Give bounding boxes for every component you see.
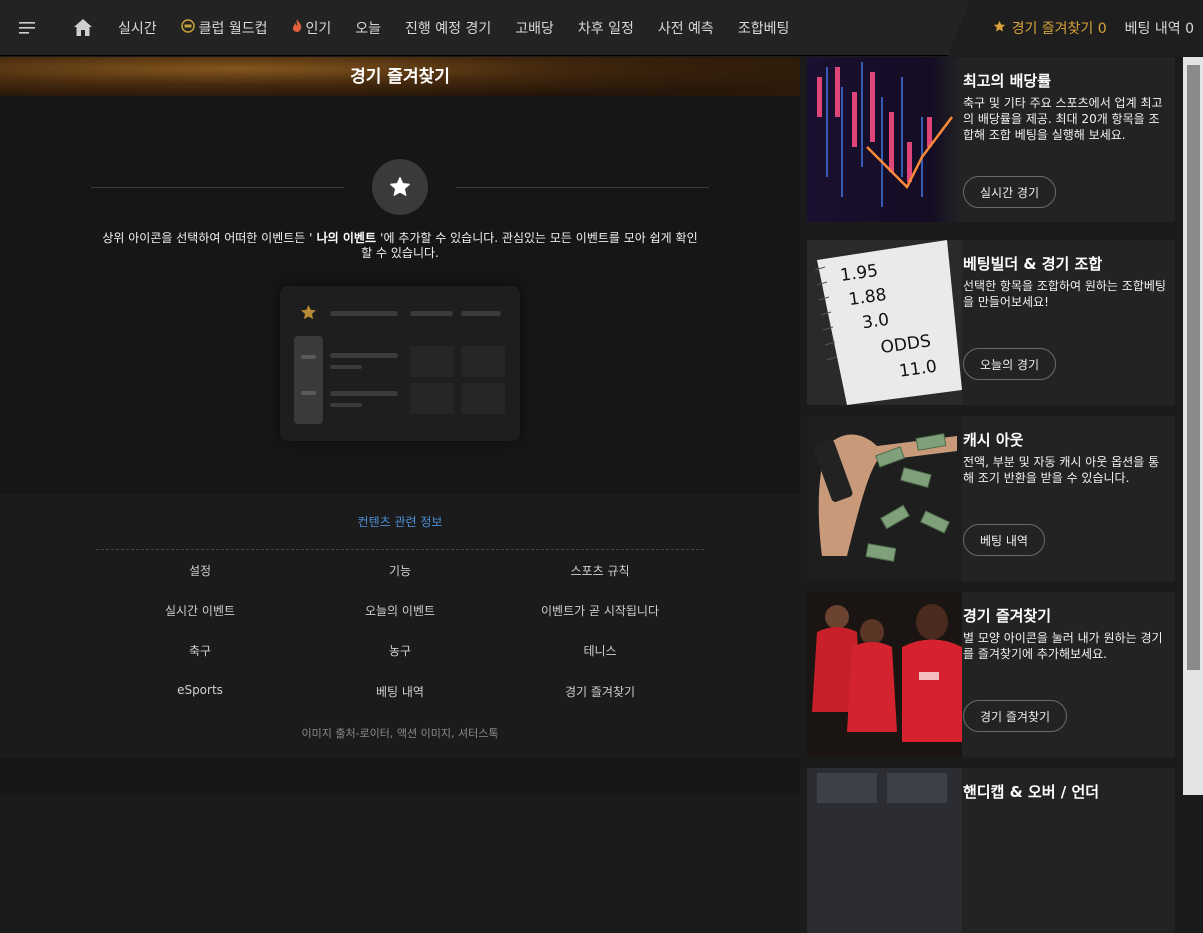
odds-notebook-image: 1.95 1.88 3.0 ODDS 11.0 xyxy=(807,240,962,405)
card-title: 캐시 아웃 xyxy=(963,431,1024,449)
nav-high-odds[interactable]: 고배당 xyxy=(503,0,566,56)
trophy-icon xyxy=(180,18,195,37)
nav-popular-label: 인기 xyxy=(305,20,332,37)
user-nav: 경기 즐겨찾기 0 베팅 내역 0 xyxy=(947,0,1203,56)
star-icon xyxy=(300,304,317,325)
promo-card-odds: 최고의 배당률 축구 및 기타 주요 스포츠에서 업계 최고의 배당률을 제공.… xyxy=(807,57,1175,222)
football-players-image xyxy=(807,592,962,757)
footer: 컨텐츠 관련 정보 설정 기능 스포츠 규칙 실시간 이벤트 오늘의 이벤트 이… xyxy=(0,494,800,758)
nav-club-world-cup[interactable]: 클럽 월드컵 xyxy=(169,0,280,56)
nav-club-world-cup-label: 클럽 월드컵 xyxy=(198,20,268,37)
live-matches-button[interactable]: 실시간 경기 xyxy=(963,176,1057,208)
card-title: 베팅빌더 & 경기 조합 xyxy=(963,255,1103,273)
footer-link[interactable]: 축구 xyxy=(100,642,300,659)
desc-text-2: '에 추가할 수 있습니다. 관심있는 모든 이벤트를 모아 쉽게 확인할 수 … xyxy=(361,231,698,260)
promo-card-bet-builder: 1.95 1.88 3.0 ODDS 11.0 베팅빌더 & 경기 조합 선택한… xyxy=(807,240,1175,405)
favorites-card-button[interactable]: 경기 즐겨찾기 xyxy=(963,700,1068,732)
odds-text: 3.0 xyxy=(861,310,891,334)
footer-link[interactable]: 오늘의 이벤트 xyxy=(300,602,500,619)
promo-card-handicap: 핸디캡 & 오버 / 언더 xyxy=(807,768,1175,933)
card-title: 경기 즐겨찾기 xyxy=(963,607,1052,625)
bet-history-button[interactable]: 베팅 내역 0 xyxy=(1116,18,1203,38)
home-icon[interactable] xyxy=(56,0,106,56)
nav-later[interactable]: 차후 일정 xyxy=(566,0,646,56)
footer-link[interactable]: 이벤트가 곧 시작됩니다 xyxy=(500,602,700,619)
footer-link[interactable]: 테니스 xyxy=(500,642,700,659)
bet-history-label: 베팅 내역 0 xyxy=(1124,21,1194,37)
footer-link[interactable]: 베팅 내역 xyxy=(300,683,500,700)
scrollbar-thumb[interactable] xyxy=(1187,65,1200,670)
empty-favorites: 상위 아이콘을 선택하여 어떠한 이벤트든 ' 나의 이벤트 '에 추가할 수 … xyxy=(0,96,800,494)
todays-matches-button[interactable]: 오늘의 경기 xyxy=(963,348,1057,380)
promo-card-favorites: 경기 즐겨찾기 별 모양 아이콘을 눌러 내가 원하는 경기를 즐겨찾기에 추가… xyxy=(807,592,1175,757)
desc-text-bold: 나의 이벤트 xyxy=(312,231,381,245)
nav-pre-match[interactable]: 사전 예측 xyxy=(646,0,726,56)
scrollbar[interactable] xyxy=(1183,57,1203,795)
footer-link[interactable]: 농구 xyxy=(300,642,500,659)
nav-upcoming-label: 진행 예정 경기 xyxy=(405,20,492,37)
desc-text-1: 상위 아이콘을 선택하여 어떠한 이벤트든 ' xyxy=(102,231,313,245)
card-text: 전액, 부분 및 자동 캐시 아웃 옵션을 통해 조기 반환을 받을 수 있습니… xyxy=(963,455,1160,485)
footer-link[interactable]: eSports xyxy=(100,683,300,697)
nav-high-odds-label: 고배당 xyxy=(515,20,554,37)
menu-icon[interactable] xyxy=(0,0,56,56)
footer-link[interactable]: 기능 xyxy=(300,562,500,579)
empty-description: 상위 아이콘을 선택하여 어떠한 이벤트든 ' 나의 이벤트 '에 추가할 수 … xyxy=(100,231,700,261)
page-title: 경기 즐겨찾기 xyxy=(350,67,450,87)
cash-out-image xyxy=(807,416,962,581)
star-icon xyxy=(372,159,428,215)
card-text: 축구 및 기타 주요 스포츠에서 업계 최고의 배당률을 제공. 최대 20개 … xyxy=(963,96,1163,142)
nav-pre-match-label: 사전 예측 xyxy=(657,20,714,37)
nav-live[interactable]: 실시간 xyxy=(106,0,169,56)
card-title: 핸디캡 & 오버 / 언더 xyxy=(963,783,1100,801)
footer-title[interactable]: 컨텐츠 관련 정보 xyxy=(0,513,800,530)
footer-link[interactable]: 경기 즐겨찾기 xyxy=(500,683,700,700)
favorites-label: 경기 즐겨찾기 0 xyxy=(1011,21,1107,37)
footer-link[interactable]: 실시간 이벤트 xyxy=(100,602,300,619)
divider xyxy=(91,187,344,188)
favorites-button[interactable]: 경기 즐겨찾기 0 xyxy=(984,18,1116,38)
nav-today-label: 오늘 xyxy=(355,20,382,37)
nav-today[interactable]: 오늘 xyxy=(343,0,393,56)
fire-icon xyxy=(292,19,302,36)
odds-chart-image xyxy=(807,57,962,222)
card-title: 최고의 배당률 xyxy=(963,72,1052,90)
star-icon xyxy=(993,20,1006,37)
divider xyxy=(96,549,704,550)
main-nav: 실시간 클럽 월드컵 인기 오늘 진행 예정 경기 고배당 차후 일정 사전 예… xyxy=(56,0,801,56)
nav-live-label: 실시간 xyxy=(118,20,157,37)
promo-sidebar: 최고의 배당률 축구 및 기타 주요 스포츠에서 업계 최고의 배당률을 제공.… xyxy=(800,57,1183,933)
card-text: 선택한 항목을 조합하여 원하는 조합베팅을 만들어보세요! xyxy=(963,279,1166,309)
page-banner: 경기 즐겨찾기 xyxy=(0,57,800,96)
footer-link[interactable]: 스포츠 규칙 xyxy=(500,562,700,579)
nav-combo-label: 조합베팅 xyxy=(737,20,790,37)
main-content: 경기 즐겨찾기 상위 아이콘을 선택하여 어떠한 이벤트든 ' 나의 이벤트 '… xyxy=(0,57,800,795)
favorites-illustration xyxy=(280,286,520,441)
nav-combo[interactable]: 조합베팅 xyxy=(726,0,802,56)
nav-popular[interactable]: 인기 xyxy=(280,0,344,56)
divider xyxy=(456,187,709,188)
image-credit: 이미지 출처-로이터, 액션 이미지, 셔터스톡 xyxy=(301,727,499,740)
handicap-image xyxy=(807,768,962,933)
top-navigation-bar: 실시간 클럽 월드컵 인기 오늘 진행 예정 경기 고배당 차후 일정 사전 예… xyxy=(0,0,1203,56)
card-text: 별 모양 아이콘을 눌러 내가 원하는 경기를 즐겨찾기에 추가해보세요. xyxy=(963,631,1163,661)
nav-upcoming[interactable]: 진행 예정 경기 xyxy=(393,0,503,56)
nav-later-label: 차후 일정 xyxy=(577,20,634,37)
footer-link[interactable]: 설정 xyxy=(100,562,300,579)
promo-card-cash-out: 캐시 아웃 전액, 부분 및 자동 캐시 아웃 옵션을 통해 조기 반환을 받을… xyxy=(807,416,1175,581)
bet-history-card-button[interactable]: 베팅 내역 xyxy=(963,524,1045,556)
